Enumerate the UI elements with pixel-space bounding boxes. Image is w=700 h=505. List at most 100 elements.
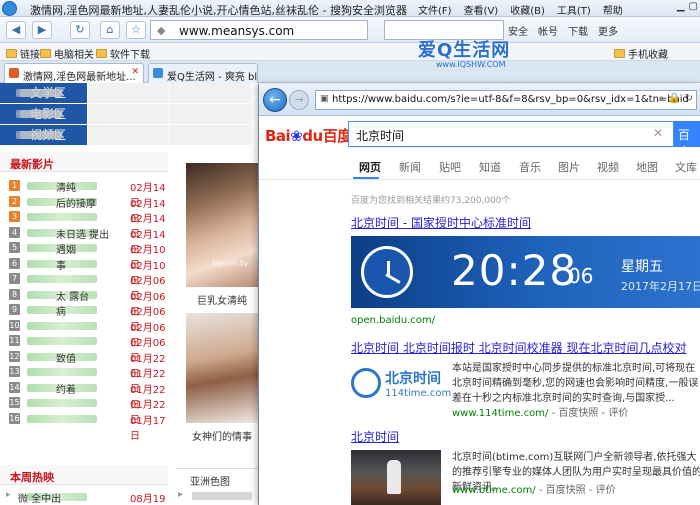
lock-icon[interactable]: 🔒 <box>668 93 680 104</box>
address-bar[interactable]: ◆ www.meansys.com <box>150 20 368 40</box>
bookmark-software[interactable]: 软件下载 <box>96 46 150 61</box>
forward-arrow-icon[interactable]: ▶ <box>32 21 52 39</box>
list-item[interactable]: 2 后的接摩 02月14日 <box>0 194 170 225</box>
home-icon[interactable]: ⌂ <box>100 21 120 39</box>
result-url-link[interactable]: www.btime.com/ <box>452 485 536 496</box>
tab-video[interactable]: 视频 <box>597 159 619 175</box>
movie-title: 病 <box>56 307 66 318</box>
snapshot-link[interactable]: - 百度快照 - 评价 <box>552 408 629 419</box>
more-button[interactable]: 更多 <box>598 23 618 38</box>
tab-tieba[interactable]: 贴吧 <box>439 159 461 175</box>
bookmark-computer[interactable]: 电脑相关 <box>40 46 94 61</box>
address-bar[interactable]: ▣ https://www.baidu.com/s?ie=utf-8&f=8&r… <box>315 90 697 110</box>
back-arrow-icon[interactable]: ← <box>263 88 287 112</box>
result-title-1[interactable]: 北京时间 - 国家授时中心标准时间 <box>351 214 531 231</box>
tab-map[interactable]: 地图 <box>636 159 658 175</box>
result-thumbnail[interactable] <box>351 450 441 505</box>
poster-card[interactable]: Japorn.tv 巨乳女清纯 <box>186 163 258 307</box>
site-watermark-url: www.IQSHW.COM <box>436 60 506 69</box>
poster-card[interactable]: 女神们的情事 <box>186 313 258 443</box>
menu-help[interactable]: 帮助 <box>603 2 623 17</box>
list-item[interactable]: 9 病 02月06日 <box>0 302 170 333</box>
result-url-1[interactable]: open.baidu.com/ <box>351 315 435 326</box>
forward-arrow-icon[interactable]: → <box>289 90 309 110</box>
tab-web[interactable]: 网页 <box>359 159 381 175</box>
category-cell[interactable] <box>16 83 251 103</box>
bookmark-mobile[interactable]: 手机收藏 <box>614 46 668 61</box>
rank-badge: 6 <box>9 257 20 269</box>
minimize-icon[interactable]: ▁ <box>677 1 685 12</box>
movie-date: 01月17日 <box>130 415 166 442</box>
download-button[interactable]: 下载 <box>568 23 588 38</box>
poster-watermark: Japorn.tv <box>212 259 248 268</box>
tab-zhidao[interactable]: 知道 <box>479 159 501 175</box>
category-cell[interactable] <box>16 104 251 124</box>
tab-label: 爱Q生活网 - 爽亮 blo... <box>167 72 258 83</box>
list-item[interactable]: 8太 露台 02月06日 <box>0 287 170 318</box>
tab-strip: 激情网,淫色网最新地址... ✕ 爱Q生活网 - 爽亮 blo... <box>0 61 700 83</box>
menu-file[interactable]: 文件(F) <box>418 2 452 17</box>
tab-wenku[interactable]: 文库 <box>675 159 697 175</box>
movie-title: 清纯 <box>56 183 76 194</box>
snapshot-link[interactable]: - 百度快照 - 评价 <box>539 485 616 496</box>
list-item[interactable]: 14 约着 01月22日 <box>0 380 170 411</box>
bookmark-links[interactable]: 链接 <box>6 46 40 61</box>
list-item[interactable]: 15 01月22日 <box>0 395 170 426</box>
toolbar-right: 安全 帐号 下载 更多 <box>508 23 618 38</box>
114time-logo[interactable]: 北京时间 114time.com <box>351 364 451 408</box>
list-item[interactable]: 10 02月06日 <box>0 318 170 349</box>
movie-title: 太 露台 <box>56 291 90 303</box>
tab-music[interactable]: 音乐 <box>519 159 541 175</box>
category-row: 文学区 <box>0 83 260 103</box>
list-item[interactable]: 13 01月22日 <box>0 364 170 395</box>
category-cell[interactable] <box>20 83 169 103</box>
latest-movies-heading: 最新影片 <box>0 152 168 172</box>
tab-iqshw[interactable]: 爱Q生活网 - 爽亮 blo... <box>148 63 258 83</box>
back-arrow-icon[interactable]: ◀ <box>6 21 26 39</box>
account-button[interactable]: 帐号 <box>538 23 558 38</box>
tab-images[interactable]: 图片 <box>558 159 580 175</box>
movie-title: 事 <box>56 260 66 272</box>
category-cell[interactable] <box>16 125 251 145</box>
star-icon[interactable]: ☆ <box>126 21 146 39</box>
clear-icon[interactable]: ✕ <box>653 126 663 140</box>
search-icon[interactable]: ⌕ <box>659 93 665 104</box>
category-cell[interactable] <box>20 125 169 145</box>
menu-tools[interactable]: 工具(T) <box>557 2 591 17</box>
result-url-2: www.114time.com/ - 百度快照 - 评价 <box>452 404 628 419</box>
list-item[interactable]: 4 未日选 提出 02月14日 <box>0 225 170 256</box>
list-item[interactable]: ▸ <box>178 489 258 503</box>
maximize-icon[interactable]: ▢ <box>689 1 698 12</box>
list-item[interactable]: 6 事 02月10日 <box>0 256 170 287</box>
refresh-icon[interactable]: ↻ <box>685 93 693 104</box>
list-item[interactable]: ▸ 微 全中出 08月19日 <box>0 489 170 505</box>
blurred-text <box>27 321 97 330</box>
tab-active[interactable]: 激情网,淫色网最新地址... ✕ <box>4 63 144 83</box>
114time-logo-sub: 114time.com <box>385 388 452 399</box>
rank-badge: 8 <box>9 288 20 300</box>
ie-toolbar: ← → ▣ https://www.baidu.com/s?ie=utf-8&f… <box>259 84 700 116</box>
result-title-2[interactable]: 北京时间 北京时间报时 北京时间校准器 现在北京时间几点校对 <box>351 339 686 356</box>
result-url-link[interactable]: www.114time.com/ <box>452 408 548 419</box>
menu-view[interactable]: 查看(V) <box>464 2 499 17</box>
clock-date: 2017年2月17日 <box>621 280 700 293</box>
search-input[interactable]: 北京时间 ✕ <box>348 121 674 147</box>
baidu-logo[interactable]: Bai❀du百度 <box>265 125 352 146</box>
list-item[interactable]: 3 02月14日 <box>0 209 170 240</box>
list-item[interactable]: 11 02月06日 <box>0 333 170 364</box>
list-item[interactable]: 5 遇姻 02月10日 <box>0 240 170 271</box>
menu-favorites[interactable]: 收藏(B) <box>510 2 545 17</box>
search-button[interactable]: 百度 <box>674 121 700 159</box>
result-title-3[interactable]: 北京时间 <box>351 428 399 445</box>
list-item[interactable]: 1 清纯 02月14日 <box>0 178 170 209</box>
category-cell[interactable] <box>20 104 169 124</box>
section-label[interactable]: 亚洲色图 <box>190 473 230 488</box>
tab-news[interactable]: 新闻 <box>399 159 421 175</box>
list-item[interactable]: 7 02月06日 <box>0 271 170 302</box>
list-item[interactable]: 12 致值 01月22日 <box>0 349 170 380</box>
rank-badge: 16 <box>9 412 20 424</box>
refresh-icon[interactable]: ↻ <box>70 21 90 39</box>
security-button[interactable]: 安全 <box>508 23 528 38</box>
list-item[interactable]: 16 01月17日 <box>0 411 170 442</box>
close-icon[interactable]: ✕ <box>131 67 139 77</box>
